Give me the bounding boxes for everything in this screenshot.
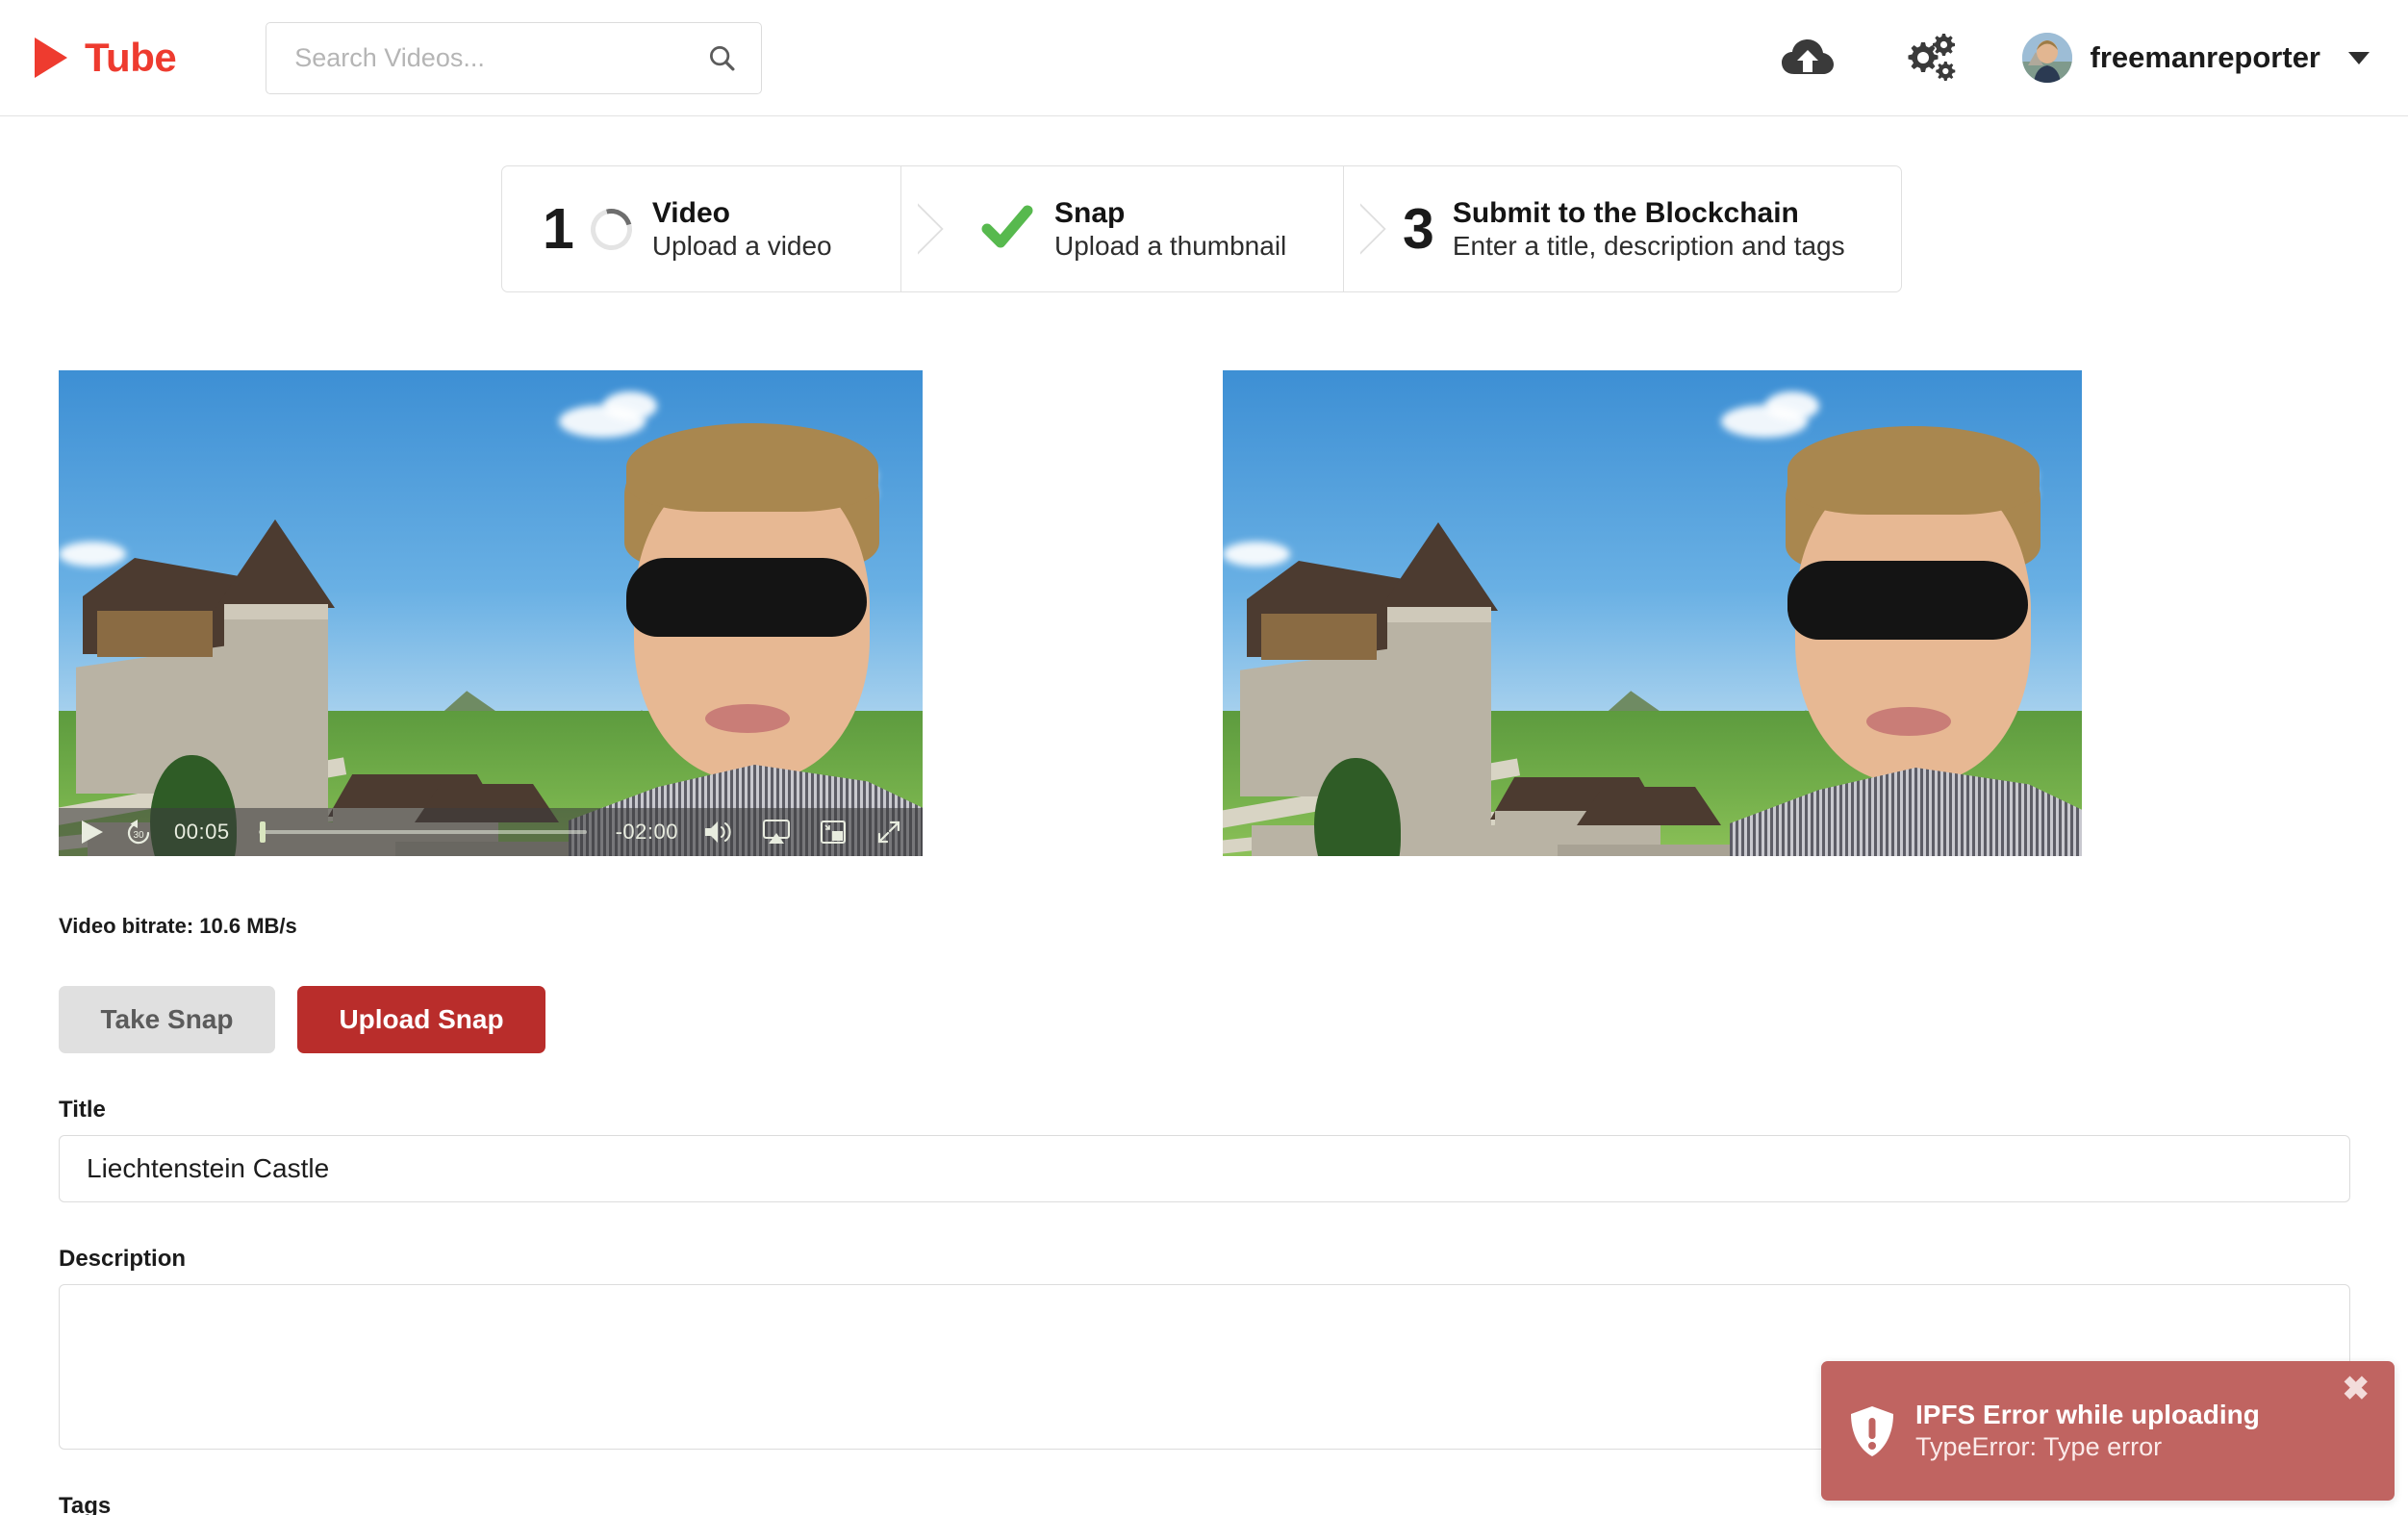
green-check-icon [980, 200, 1034, 259]
gears-icon [1908, 34, 1955, 81]
toast-content: IPFS Error while uploading TypeError: Ty… [1915, 1398, 2343, 1464]
progress-track [258, 830, 587, 834]
snap-thumbnail[interactable] [1223, 370, 2082, 856]
step-subtitle: Enter a title, description and tags [1452, 231, 1845, 262]
avatar [2021, 33, 2072, 83]
brand-name: Tube [85, 35, 177, 80]
cloud-upload-icon [1781, 39, 1834, 74]
player-controls[interactable]: 30 00:05 -02:00 [59, 808, 923, 856]
error-toast[interactable]: IPFS Error while uploading TypeError: Ty… [1821, 1361, 2395, 1501]
current-time: 00:05 [174, 820, 230, 844]
step-subtitle: Upload a thumbnail [1054, 231, 1287, 262]
step-snap[interactable]: Snap Upload a thumbnail [900, 166, 1343, 291]
brand-logo[interactable]: Tube [35, 35, 177, 81]
cloud-upload-button[interactable] [1780, 30, 1836, 86]
search-box[interactable] [266, 21, 763, 94]
progress-scrubber[interactable] [249, 821, 596, 843]
rewind-30-icon: 30 [127, 820, 150, 845]
step-title: Video [651, 196, 730, 229]
step-video[interactable]: 1 Video Upload a video [502, 166, 900, 291]
video-frame [59, 370, 923, 856]
toast-title: IPFS Error while uploading [1915, 1400, 2260, 1430]
rewind-30-button[interactable]: 30 [116, 816, 161, 848]
snap-actions: Take Snap Upload Snap [59, 986, 545, 1053]
header-actions: freemanreporter [1780, 30, 2370, 86]
fullscreen-icon [877, 821, 900, 844]
fullscreen-button[interactable] [873, 817, 905, 847]
toast-message: TypeError: Type error [1915, 1432, 2163, 1462]
picture-in-picture-icon [821, 821, 846, 844]
step-title: Submit to the Blockchain [1452, 196, 1799, 229]
play-button[interactable] [72, 816, 113, 848]
play-triangle-icon [35, 38, 67, 78]
svg-text:30: 30 [133, 830, 144, 841]
snap-image [1223, 370, 2082, 856]
upload-stepper: 1 Video Upload a video Snap Upload a thu… [501, 165, 1902, 292]
picture-in-picture-button[interactable] [815, 817, 851, 847]
take-snap-button[interactable]: Take Snap [59, 986, 275, 1053]
search-input[interactable] [294, 42, 708, 73]
shield-warning-icon [1851, 1405, 1893, 1456]
step-number: 1 [543, 196, 574, 261]
step-number: 3 [1403, 196, 1434, 261]
step-subtitle: Upload a video [651, 231, 832, 262]
play-icon [82, 821, 103, 844]
progress-handle[interactable] [259, 821, 266, 843]
airplay-button[interactable] [757, 817, 796, 847]
settings-button[interactable] [1901, 30, 1957, 86]
volume-up-icon [705, 821, 731, 843]
remaining-time: -02:00 [615, 820, 678, 844]
close-icon[interactable]: ✖ [2343, 1373, 2370, 1405]
title-input[interactable] [59, 1135, 2350, 1202]
description-label: Description [59, 1246, 187, 1272]
app-header: Tube Search Videos... freemanreporter [0, 0, 2408, 116]
title-label: Title [59, 1097, 106, 1123]
user-menu[interactable]: freemanreporter [2021, 33, 2370, 83]
video-bitrate-label: Video bitrate: 10.6 MB/s [59, 914, 297, 938]
step-submit-blockchain[interactable]: 3 Submit to the Blockchain Enter a title… [1343, 166, 1901, 291]
tags-label: Tags [59, 1493, 112, 1515]
video-player[interactable]: 30 00:05 -02:00 [59, 370, 923, 856]
step-title: Snap [1054, 196, 1126, 229]
airplay-icon [763, 820, 790, 844]
volume-button[interactable] [699, 817, 738, 847]
username-label: freemanreporter [2090, 40, 2320, 74]
search-icon[interactable] [707, 43, 736, 72]
loading-spinner-icon [582, 200, 640, 258]
chevron-down-icon[interactable] [2348, 51, 2370, 64]
upload-snap-button[interactable]: Upload Snap [297, 986, 545, 1053]
